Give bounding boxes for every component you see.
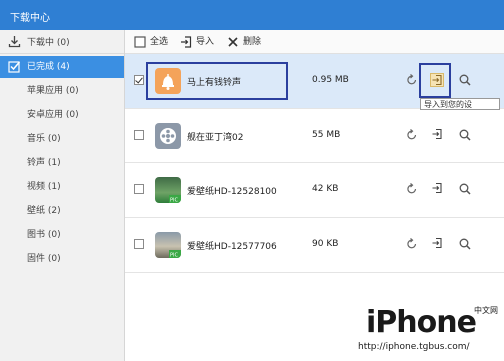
sidebar-item-label: 下载中 (0) (27, 38, 70, 48)
wallpaper-pic-icon: PIC (155, 232, 181, 258)
watermark: iPhone 中文网 http://iphone.tgbus.com/ (358, 305, 498, 355)
file-size: 90 KB (312, 239, 339, 249)
redownload-icon[interactable] (405, 237, 419, 251)
import-to-device-icon[interactable] (431, 182, 445, 196)
search-icon[interactable] (458, 182, 472, 196)
file-size: 55 MB (312, 130, 341, 140)
search-icon[interactable] (458, 73, 472, 87)
file-name: 舰在亚丁湾02 (187, 133, 244, 143)
sidebar-item-videos[interactable]: 视频 (1) (0, 177, 124, 197)
window-title: 下载中心 (10, 13, 50, 24)
sidebar-item-label: 苹果应用 (0) (27, 86, 79, 96)
redownload-icon[interactable] (405, 182, 419, 196)
sidebar-item-label: 铃声 (1) (27, 158, 61, 168)
film-reel-icon (155, 123, 181, 149)
sidebar-item-wallpapers[interactable]: 壁纸 (2) (0, 201, 124, 221)
sidebar: 下载中 (0) 已完成 (4) 苹果应用 (0) 安卓应用 (0) 音乐 (0)… (0, 30, 125, 361)
checkbox-checked-icon (8, 60, 21, 73)
sidebar-item-label: 已完成 (4) (27, 62, 70, 72)
sidebar-item-label: 视频 (1) (27, 182, 61, 192)
import-to-device-icon[interactable] (431, 128, 445, 142)
wallpaper-pic-icon: PIC (155, 177, 181, 203)
sidebar-item-label: 图书 (0) (27, 230, 61, 240)
sidebar-item-label: 音乐 (0) (27, 134, 61, 144)
sidebar-item-label: 壁纸 (2) (27, 206, 61, 216)
watermark-url: http://iphone.tgbus.com/ (358, 342, 470, 352)
sidebar-item-ringtones[interactable]: 铃声 (1) (0, 153, 124, 173)
file-name: 爱壁纸HD-12577706 (187, 242, 277, 252)
import-to-device-icon[interactable] (431, 237, 445, 251)
row-checkbox[interactable] (134, 184, 144, 194)
sidebar-item-downloading[interactable]: 下载中 (0) (0, 32, 124, 54)
search-icon[interactable] (458, 237, 472, 251)
file-name: 爱壁纸HD-12528100 (187, 187, 277, 197)
file-size: 42 KB (312, 184, 339, 194)
select-all-label: 全选 (150, 37, 169, 47)
import-icon (180, 36, 192, 48)
delete-label: 删除 (243, 37, 262, 47)
row-checkbox[interactable] (134, 75, 144, 85)
sidebar-item-books[interactable]: 图书 (0) (0, 225, 124, 245)
sidebar-item-android-apps[interactable]: 安卓应用 (0) (0, 105, 124, 125)
sidebar-item-music[interactable]: 音乐 (0) (0, 129, 124, 149)
download-icon (8, 35, 21, 48)
redownload-icon[interactable] (405, 73, 419, 87)
import-button[interactable]: 导入 (180, 34, 224, 50)
svg-text:PIC: PIC (170, 253, 178, 259)
row-checkbox[interactable] (134, 130, 144, 140)
import-label: 导入 (196, 37, 215, 47)
list-item[interactable]: 舰在亚丁湾02 55 MB (125, 109, 504, 163)
checkbox-icon (134, 36, 146, 48)
svg-text:PIC: PIC (170, 198, 178, 204)
close-icon (227, 36, 239, 48)
file-size: 0.95 MB (312, 75, 349, 85)
select-all-button[interactable]: 全选 (134, 34, 178, 50)
title-bar: 下载中心 (0, 0, 504, 30)
sidebar-item-completed[interactable]: 已完成 (4) (0, 56, 124, 78)
redownload-icon[interactable] (405, 128, 419, 142)
highlight-box-import (419, 63, 451, 98)
sidebar-item-label: 固件 (0) (27, 254, 61, 264)
row-checkbox[interactable] (134, 239, 144, 249)
import-tooltip: 导入到您的设 (420, 98, 500, 110)
sidebar-item-apple-apps[interactable]: 苹果应用 (0) (0, 81, 124, 101)
list-item[interactable]: PIC 爱壁纸HD-12577706 90 KB (125, 218, 504, 273)
watermark-brand: iPhone (366, 305, 477, 340)
toolbar: 全选 导入 删除 (125, 30, 504, 54)
highlight-box-filename (146, 62, 288, 100)
sidebar-item-firmware[interactable]: 固件 (0) (0, 249, 124, 269)
search-icon[interactable] (458, 128, 472, 142)
list-item[interactable]: PIC 爱壁纸HD-12528100 42 KB (125, 163, 504, 218)
sidebar-item-label: 安卓应用 (0) (27, 110, 79, 120)
delete-button[interactable]: 删除 (227, 34, 271, 50)
watermark-cn: 中文网 (474, 306, 498, 315)
